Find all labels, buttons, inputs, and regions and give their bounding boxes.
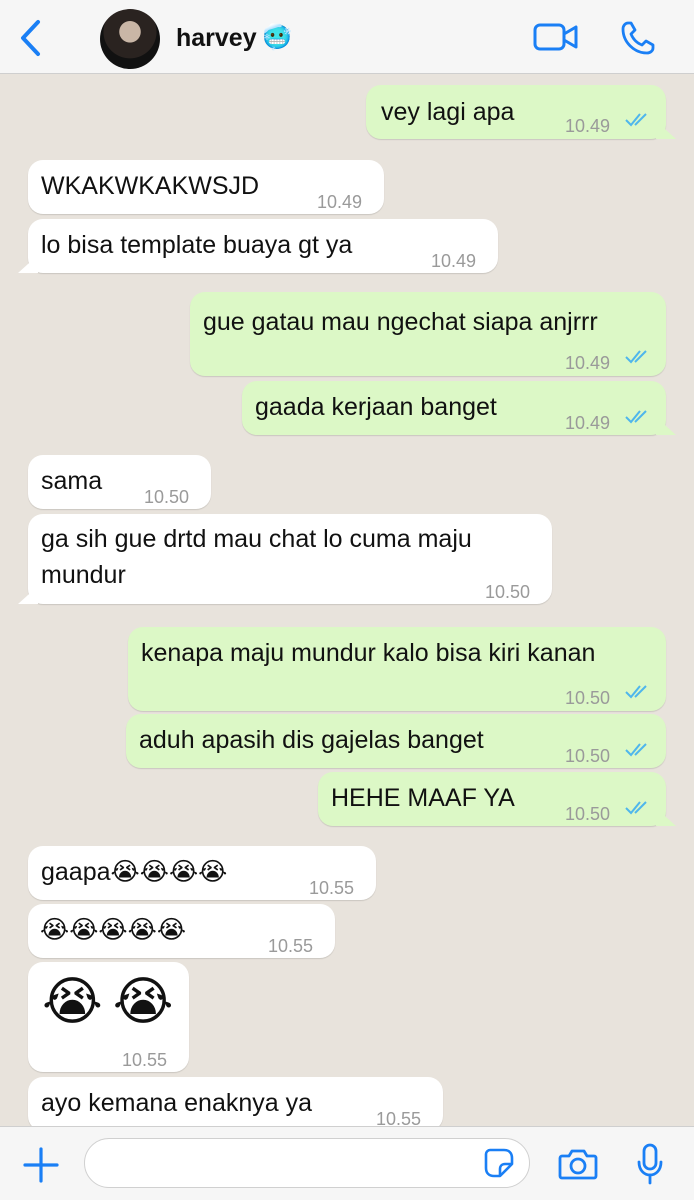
sticker-icon xyxy=(484,1148,514,1178)
message-text: 😭😭😭😭😭 xyxy=(40,916,187,944)
message-time: 10.49 xyxy=(565,116,611,136)
message-incoming[interactable]: WKAKWKAKWSJD 10.49 xyxy=(28,160,384,214)
contact-name[interactable]: harvey xyxy=(176,24,257,53)
message-outgoing[interactable]: kenapa maju mundur kalo bisa kiri kanan … xyxy=(128,627,666,711)
read-receipt-icon xyxy=(625,113,647,127)
chat-header: harvey 🥶 xyxy=(0,0,694,74)
message-time: 10.49 xyxy=(565,353,611,373)
read-receipt-icon xyxy=(625,685,647,699)
message-text: lo bisa template buaya gt ya xyxy=(41,231,353,259)
message-incoming[interactable]: sama 10.50 xyxy=(28,455,211,509)
microphone-button[interactable] xyxy=(636,1143,664,1185)
message-time: 10.50 xyxy=(565,746,611,766)
message-text: HEHE MAAF YA xyxy=(331,784,515,812)
message-text: gaapa😭😭😭😭 xyxy=(41,858,228,886)
message-time: 10.55 xyxy=(268,936,314,956)
message-outgoing[interactable]: HEHE MAAF YA 10.50 xyxy=(318,772,666,826)
phone-icon xyxy=(621,21,655,55)
avatar[interactable] xyxy=(100,9,160,69)
message-time: 10.50 xyxy=(144,487,190,507)
message-time: 10.55 xyxy=(309,878,355,898)
message-text: WKAKWKAKWSJD xyxy=(41,172,260,200)
read-receipt-icon xyxy=(625,350,647,364)
message-text: sama xyxy=(41,467,103,495)
read-receipt-icon xyxy=(625,410,647,424)
message-time: 10.49 xyxy=(317,192,363,212)
camera-icon xyxy=(558,1149,598,1180)
message-outgoing[interactable]: vey lagi apa 10.49 xyxy=(366,85,666,139)
chat-area[interactable]: vey lagi apa 10.49 WKAKWKAKWSJD 10.49 lo… xyxy=(0,74,694,1126)
message-time: 10.50 xyxy=(565,688,611,708)
message-time: 10.50 xyxy=(565,804,611,824)
sticker-button[interactable] xyxy=(484,1148,514,1178)
message-text: ga sih gue drtd mau chat lo cuma maju mu… xyxy=(41,525,472,589)
camera-button[interactable] xyxy=(558,1147,598,1181)
message-incoming[interactable]: 😭😭 10.55 xyxy=(28,962,189,1072)
message-input[interactable] xyxy=(84,1138,530,1188)
message-incoming[interactable]: 😭😭😭😭😭 10.55 xyxy=(28,904,335,958)
plus-icon xyxy=(23,1147,59,1183)
contact-emoji: 🥶 xyxy=(262,24,292,51)
message-text: aduh apasih dis gajelas banget xyxy=(139,726,484,754)
message-incoming[interactable]: ayo kemana enaknya ya 10.55 xyxy=(28,1077,443,1126)
back-button[interactable] xyxy=(14,18,48,58)
message-outgoing[interactable]: aduh apasih dis gajelas banget 10.50 xyxy=(126,714,666,768)
message-time: 10.55 xyxy=(122,1050,168,1070)
message-incoming[interactable]: ga sih gue drtd mau chat lo cuma maju mu… xyxy=(28,514,552,604)
message-text: 😭😭 xyxy=(42,973,184,1031)
microphone-icon xyxy=(637,1143,663,1185)
message-text: vey lagi apa xyxy=(381,98,515,126)
read-receipt-icon xyxy=(625,743,647,757)
message-time: 10.49 xyxy=(431,251,477,271)
message-time: 10.55 xyxy=(376,1109,422,1126)
message-text: gue gatau mau ngechat siapa anjrrr xyxy=(203,308,598,336)
message-time: 10.50 xyxy=(485,582,531,602)
message-composer xyxy=(0,1126,694,1200)
read-receipt-icon xyxy=(625,801,647,815)
message-outgoing[interactable]: gue gatau mau ngechat siapa anjrrr 10.49 xyxy=(190,292,666,376)
message-incoming[interactable]: lo bisa template buaya gt ya 10.49 xyxy=(28,219,498,273)
message-incoming[interactable]: gaapa😭😭😭😭 10.55 xyxy=(28,846,376,900)
message-text: ayo kemana enaknya ya xyxy=(41,1089,313,1117)
attach-button[interactable] xyxy=(22,1146,60,1184)
voice-call-button[interactable] xyxy=(620,20,656,56)
message-text: gaada kerjaan banget xyxy=(255,393,497,421)
message-text: kenapa maju mundur kalo bisa kiri kanan xyxy=(141,639,596,667)
message-outgoing[interactable]: gaada kerjaan banget 10.49 xyxy=(242,381,666,435)
chevron-left-icon xyxy=(21,20,40,56)
video-call-button[interactable] xyxy=(533,22,579,52)
message-time: 10.49 xyxy=(565,413,611,433)
video-call-icon xyxy=(533,23,578,51)
